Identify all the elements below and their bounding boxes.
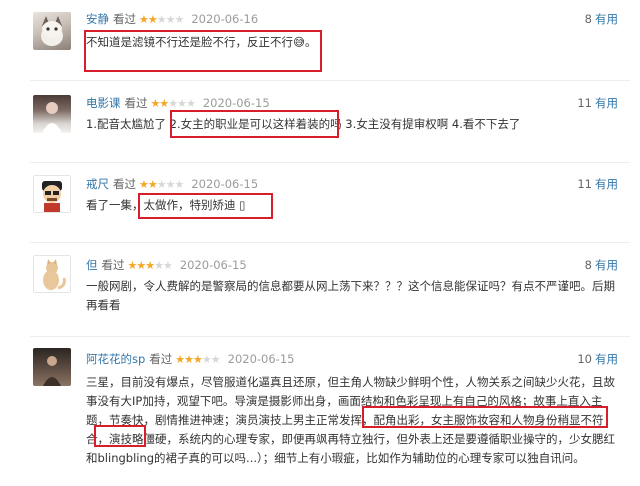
divider [30,336,630,337]
vote-count: 8 [584,12,592,26]
vote-counter[interactable]: 11 有用 [577,177,618,191]
avatar[interactable] [33,95,71,133]
review-text: 一般网剧，令人费解的是警察局的信息都要从网上荡下来？？？这个信息能保证吗？有点不… [86,279,615,312]
review-text: 不知道是滤镜不行还是脸不行，反正不行😅。 [86,35,317,49]
divider [30,80,630,81]
watched-label: 看过 [124,96,148,110]
author-link[interactable]: 安静 [86,12,109,26]
watched-label: 看过 [113,12,136,26]
review-text: 三星，目前没有爆点，尽管服道化逼真且还原，但主角人物缺少鲜明个性，人物关系之间缺… [86,375,615,465]
rating-stars: ★★★★★ [127,259,173,272]
rating-stars: ★★★★★ [150,97,196,110]
vote-count: 10 [577,352,592,366]
review-text: 看了一集，太做作，特别矫迪 ▯ [86,198,246,212]
vote-counter[interactable]: 11 有用 [577,96,618,110]
person-avatar-icon [43,356,61,386]
watched-label: 看过 [101,258,125,272]
divider [30,242,630,243]
vote-count: 11 [577,177,592,191]
person-avatar-icon [42,102,62,133]
vote-counter[interactable]: 8 有用 [585,258,618,272]
avatar[interactable] [33,348,71,386]
review-meta: 安静 看过 ★★★★★ 2020-06-16 [86,12,258,27]
author-link[interactable]: 电影课 [86,96,121,110]
cartoon-avatar-icon [42,181,62,212]
review-meta: 电影课 看过 ★★★★★ 2020-06-15 [86,96,270,111]
watched-label: 看过 [149,352,173,366]
cat-avatar-icon [41,16,63,46]
author-link[interactable]: 戒尺 [86,177,109,191]
useful-button[interactable]: 有用 [595,352,618,366]
review-date: 2020-06-15 [202,96,270,110]
review-date: 2020-06-15 [179,258,247,272]
divider [30,162,630,163]
review-date: 2020-06-15 [227,352,295,366]
vote-counter[interactable]: 10 有用 [577,352,618,366]
review-meta: 戒尺 看过 ★★★★★ 2020-06-15 [86,177,258,192]
watched-label: 看过 [113,177,136,191]
review-text: 1.配音太尴尬了 2.女主的职业是可以这样着装的吗 3.女主没有提审权啊 4.看… [86,117,521,131]
rating-stars: ★★★★★ [175,353,220,366]
vote-count: 8 [584,258,592,272]
review-date: 2020-06-16 [191,12,259,26]
useful-button[interactable]: 有用 [595,258,618,272]
author-link[interactable]: 但 [86,258,98,272]
vote-count: 11 [577,96,592,110]
useful-button[interactable]: 有用 [595,177,618,191]
review-meta: 阿花花的sp 看过 ★★★★★ 2020-06-15 [86,352,294,367]
avatar[interactable] [33,255,71,293]
author-link[interactable]: 阿花花的sp [86,352,145,366]
rating-stars: ★★★★★ [139,13,184,26]
avatar[interactable] [33,12,71,50]
useful-button[interactable]: 有用 [595,12,618,26]
cat-avatar-icon [43,259,66,290]
vote-counter[interactable]: 8 有用 [585,12,618,26]
review-date: 2020-06-15 [191,177,259,191]
review-meta: 但看过 ★★★★★ 2020-06-15 [86,258,247,273]
useful-button[interactable]: 有用 [595,96,618,110]
avatar[interactable] [33,175,71,213]
rating-stars: ★★★★★ [139,178,184,191]
